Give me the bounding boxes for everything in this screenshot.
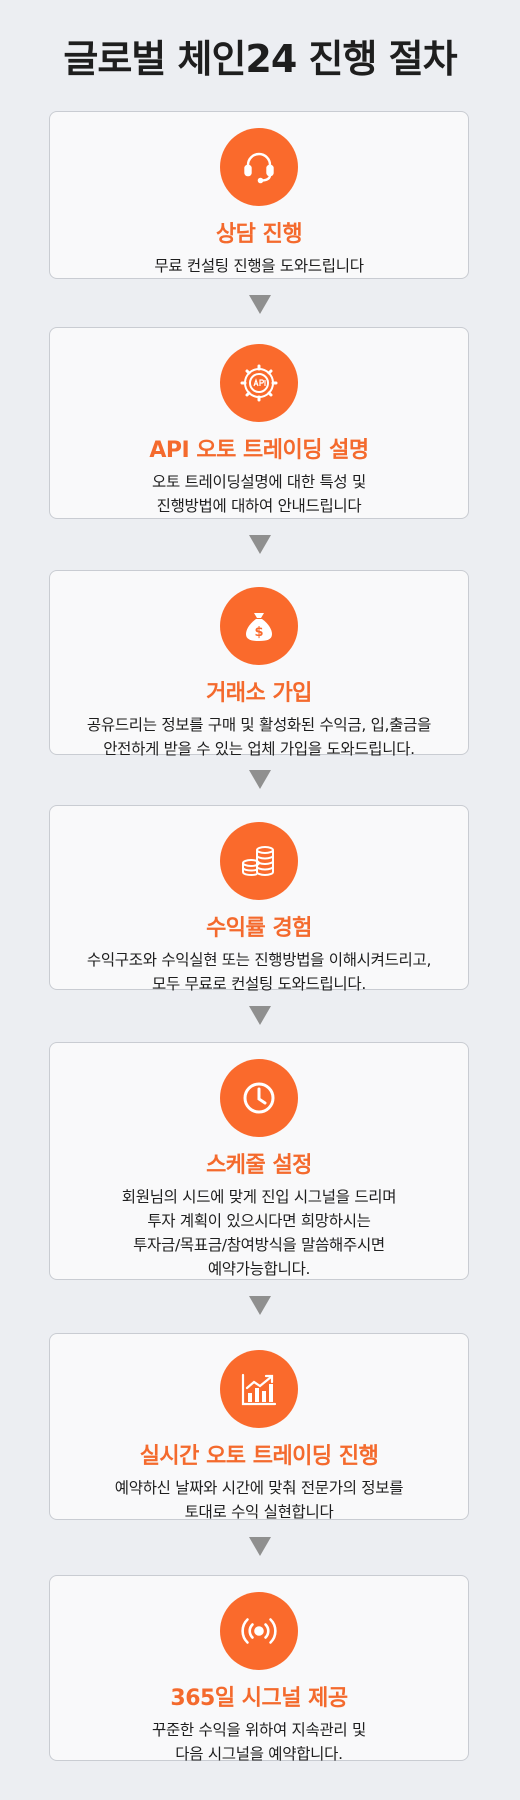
step-card-consultation: 상담 진행 무료 컨설팅 진행을 도와드립니다 <box>49 111 469 279</box>
down-arrow-icon <box>249 295 271 314</box>
step-title: 스케줄 설정 <box>206 1153 312 1178</box>
down-arrow-icon <box>249 535 271 554</box>
step-description: 무료 컨설팅 진행을 도와드립니다 <box>154 257 364 275</box>
money-bag-icon: $ <box>220 587 298 665</box>
step-description: 공유드리는 정보를 구매 및 활성화된 수익금, 입,출금을 안전하게 받을 수… <box>86 716 432 758</box>
step-card-exchange-signup: $ 거래소 가입 공유드리는 정보를 구매 및 활성화된 수익금, 입,출금을 … <box>49 570 469 758</box>
growth-chart-icon <box>220 1350 298 1428</box>
step-description: 꾸준한 수익을 위하여 지속관리 및 다음 시그널을 예약합니다. <box>152 1721 366 1763</box>
clock-icon <box>220 1059 298 1137</box>
step-card-signal-service: 365일 시그널 제공 꾸준한 수익을 위하여 지속관리 및 다음 시그널을 예… <box>49 1575 469 1763</box>
step-card-api-auto-trading: API 오토 트레이딩 설명 오토 트레이딩설명에 대한 특성 및 진행방법에 … <box>49 327 469 519</box>
broadcast-signal-icon <box>220 1592 298 1670</box>
api-gear-icon <box>220 344 298 422</box>
svg-text:$: $ <box>254 625 263 640</box>
step-card-schedule: 스케줄 설정 회원님의 시드에 맞게 진입 시그널을 드리며 투자 계획이 있으… <box>49 1042 469 1280</box>
step-title: 365일 시그널 제공 <box>170 1686 348 1711</box>
step-title: 수익률 경험 <box>206 916 312 941</box>
page-title: 글로벌 체인24 진행 절차 <box>63 37 457 81</box>
down-arrow-icon <box>249 1537 271 1556</box>
step-description: 회원님의 시드에 맞게 진입 시그널을 드리며 투자 계획이 있으시다면 희망하… <box>121 1188 397 1278</box>
process-page: 글로벌 체인24 진행 절차 상담 진행 무료 컨설팅 진행을 도와드립니다 A… <box>0 0 520 1800</box>
step-title: 실시간 오토 트레이딩 진행 <box>139 1444 379 1469</box>
step-card-realtime-trading: 실시간 오토 트레이딩 진행 예약하신 날짜와 시간에 맞춰 전문가의 정보를 … <box>49 1333 469 1521</box>
coin-stack-icon <box>220 822 298 900</box>
down-arrow-icon <box>249 770 271 789</box>
down-arrow-icon <box>249 1296 271 1315</box>
step-description: 오토 트레이딩설명에 대한 특성 및 진행방법에 대하여 안내드립니다 <box>152 473 366 515</box>
step-description: 수익구조와 수익실현 또는 진행방법을 이해시켜드리고, 모두 무료로 컨설팅 … <box>86 951 432 993</box>
step-title: API 오토 트레이딩 설명 <box>149 438 369 463</box>
down-arrow-icon <box>249 1006 271 1025</box>
step-card-profit-experience: 수익률 경험 수익구조와 수익실현 또는 진행방법을 이해시켜드리고, 모두 무… <box>49 805 469 993</box>
step-description: 예약하신 날짜와 시간에 맞춰 전문가의 정보를 토대로 수익 실현합니다 <box>114 1479 404 1521</box>
headset-icon <box>220 128 298 206</box>
step-title: 거래소 가입 <box>206 681 312 706</box>
step-title: 상담 진행 <box>215 222 303 247</box>
